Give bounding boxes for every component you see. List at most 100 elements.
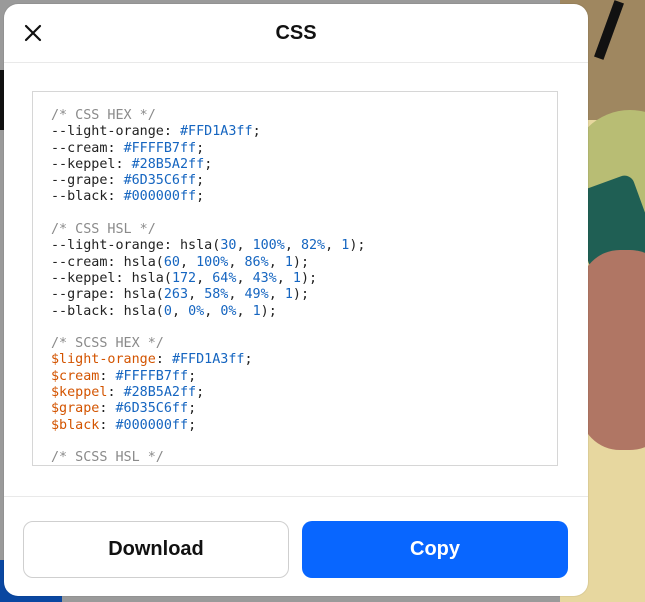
code-punct: ; — [188, 401, 197, 417]
code-punct: hsla( — [123, 287, 164, 303]
code-block: /* CSS HSL */--light-orange: hsla(30, 10… — [51, 222, 557, 320]
code-value: 0% — [188, 303, 205, 319]
code-punct: , — [236, 303, 253, 319]
code-value: #28B5A2ff — [123, 385, 197, 401]
code-punct: , — [268, 287, 285, 303]
code-line: --light-orange: #FFD1A3ff; — [51, 124, 557, 140]
code-line: $cream: #FFFFB7ff; — [51, 369, 557, 385]
code-value: #000000ff — [123, 189, 197, 205]
code-value: 100% — [252, 238, 285, 254]
code-comment-line: /* SCSS HSL */ — [51, 450, 557, 465]
code-value: #000000ff — [115, 417, 189, 433]
code-value: 60 — [163, 254, 180, 270]
code-variable: --keppel — [51, 156, 116, 172]
code-comment: /* CSS HSL */ — [51, 222, 156, 238]
code-punct: , — [196, 270, 213, 286]
code-line: $keppel: #28B5A2ff; — [51, 385, 557, 401]
code-punct: : — [163, 238, 180, 254]
code-punct: , — [228, 254, 245, 270]
code-value: 100% — [196, 254, 229, 270]
code-value: 0 — [163, 303, 172, 319]
code-punct: hsla( — [131, 270, 172, 286]
code-punct: ; — [196, 385, 205, 401]
code-line: --light-orange: hsla(30, 100%, 82%, 1); — [51, 238, 557, 254]
code-punct: : — [107, 303, 124, 319]
code-content: /* CSS HEX */--light-orange: #FFD1A3ff; -… — [51, 108, 557, 465]
code-punct: , — [236, 270, 253, 286]
code-line: --black: #000000ff; — [51, 189, 557, 205]
code-value: 263 — [163, 287, 189, 303]
code-variable: $keppel — [51, 385, 108, 401]
modal-header: CSS — [4, 4, 588, 63]
code-punct: ) — [260, 303, 269, 319]
close-icon — [24, 24, 42, 42]
code-value: #FFFFB7ff — [123, 140, 197, 156]
code-value: 86% — [244, 254, 269, 270]
code-punct: : — [107, 189, 124, 205]
code-line: $light-orange: #FFD1A3ff; — [51, 352, 557, 368]
code-value: 82% — [300, 238, 326, 254]
code-variable: $cream — [51, 368, 100, 384]
code-punct: : — [99, 401, 116, 417]
code-comment: /* CSS HEX */ — [51, 108, 156, 123]
code-line: $black: #000000ff; — [51, 418, 557, 434]
code-punct: hsla( — [180, 238, 221, 254]
code-punct: ; — [196, 173, 205, 189]
code-punct: : — [107, 254, 124, 270]
code-punct: : — [107, 173, 124, 189]
code-punct: , — [188, 287, 205, 303]
code-punct: ; — [188, 417, 197, 433]
code-punct: : — [99, 368, 116, 384]
code-punct: ; — [268, 303, 277, 319]
code-value: #FFD1A3ff — [180, 124, 253, 140]
code-punct: ; — [300, 287, 309, 303]
code-value: #28B5A2ff — [131, 156, 205, 172]
code-punct: ; — [196, 189, 205, 205]
code-punct: ; — [204, 156, 213, 172]
code-punct: , — [325, 238, 342, 254]
code-punct: ) — [292, 287, 301, 303]
code-viewer[interactable]: /* CSS HEX */--light-orange: #FFD1A3ff; -… — [32, 91, 558, 466]
code-line: --grape: #6D35C6ff; — [51, 173, 557, 189]
download-button[interactable]: Download — [23, 521, 289, 578]
code-line: --keppel: #28B5A2ff; — [51, 157, 557, 173]
code-variable: $black — [51, 417, 100, 433]
close-button[interactable] — [18, 18, 48, 48]
code-punct: ; — [244, 352, 253, 368]
code-value: 1 — [284, 287, 293, 303]
code-punct: , — [268, 254, 285, 270]
code-comment-line: /* SCSS HEX */ — [51, 336, 557, 352]
code-line: $grape: #6D35C6ff; — [51, 401, 557, 417]
code-punct: : — [99, 417, 116, 433]
code-punct: : — [155, 352, 172, 368]
code-value: #6D35C6ff — [115, 401, 189, 417]
code-punct: : — [163, 124, 180, 140]
code-line: --cream: hsla(60, 100%, 86%, 1); — [51, 255, 557, 271]
code-variable: --keppel — [51, 270, 116, 286]
code-punct: ; — [309, 270, 318, 286]
code-punct: , — [284, 238, 301, 254]
code-punct: ; — [252, 124, 261, 140]
code-variable: --cream — [51, 254, 108, 270]
code-punct: ; — [300, 254, 309, 270]
code-punct: ; — [357, 238, 366, 254]
code-punct: , — [228, 287, 245, 303]
code-punct: ) — [300, 270, 309, 286]
code-punct: ; — [196, 140, 205, 156]
code-value: 49% — [244, 287, 269, 303]
code-comment-line: /* CSS HSL */ — [51, 222, 557, 238]
code-variable: --cream — [51, 140, 108, 156]
code-punct: hsla( — [123, 254, 164, 270]
code-value: #FFD1A3ff — [171, 352, 245, 368]
code-block: /* CSS HEX */--light-orange: #FFD1A3ff; -… — [51, 108, 557, 206]
code-variable: --grape — [51, 173, 108, 189]
code-comment: /* SCSS HEX */ — [51, 336, 164, 352]
copy-button[interactable]: Copy — [302, 521, 568, 578]
code-punct: ) — [292, 254, 301, 270]
code-punct: : — [107, 287, 124, 303]
code-block: /* SCSS HEX */$light-orange: #FFD1A3ff; $… — [51, 336, 557, 434]
code-value: #FFFFB7ff — [115, 368, 189, 384]
code-variable: $grape — [51, 401, 100, 417]
code-punct: : — [115, 156, 132, 172]
code-block: /* SCSS HSL */ — [51, 450, 557, 465]
